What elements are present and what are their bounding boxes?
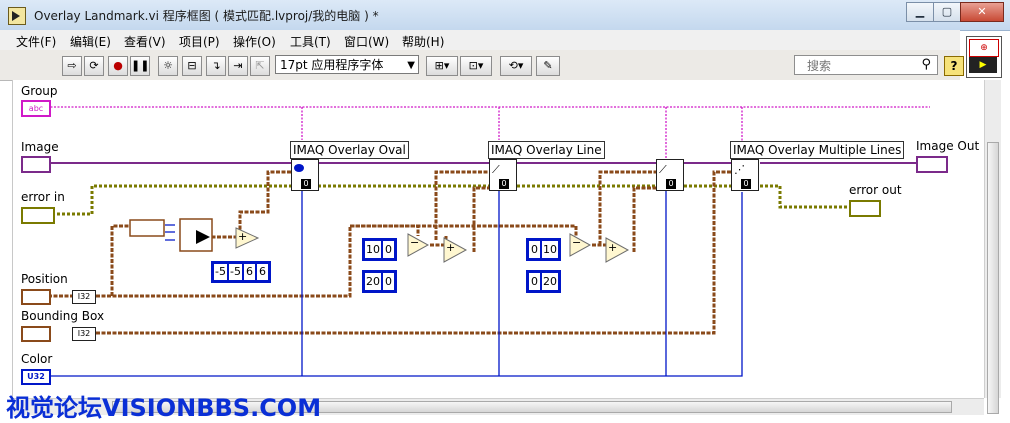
array-element: -5: [213, 263, 228, 281]
bounding-box-label: Bounding Box: [21, 309, 105, 323]
sub-op: −: [572, 236, 582, 249]
error-out-label: error out: [849, 183, 902, 197]
image-out-label: Image Out: [916, 139, 980, 153]
color-terminal[interactable]: U32: [21, 369, 51, 385]
error-out-terminal[interactable]: [849, 200, 881, 217]
constant-20-0[interactable]: 20 0: [362, 270, 397, 293]
line-icon: ⟋: [659, 163, 667, 176]
multi-line-icon: ⋰: [734, 163, 745, 176]
position-i32-unbundle: I32: [72, 290, 96, 304]
overlay-oval-node[interactable]: 0: [291, 159, 319, 191]
image-terminal[interactable]: [21, 156, 51, 173]
diagram-content: Group abc Image error in Position I32 Bo…: [0, 0, 1010, 423]
overlay-line-node-2[interactable]: ⟋ 0: [656, 159, 684, 191]
oval-icon: [294, 164, 304, 172]
add-op: +: [238, 230, 248, 243]
add-op: +: [608, 241, 618, 254]
position-terminal[interactable]: [21, 289, 51, 305]
array-element: 0: [382, 272, 395, 291]
constant-10-0[interactable]: 10 0: [362, 238, 397, 261]
node-zero: 0: [499, 179, 509, 189]
array-element: -5: [227, 263, 243, 281]
node-zero: 0: [301, 179, 311, 189]
position-label: Position: [21, 272, 68, 286]
add-op: +: [446, 241, 456, 254]
array-element: 0: [382, 240, 395, 259]
array-element: 0: [528, 240, 541, 259]
array-element: 10: [541, 240, 559, 259]
error-in-terminal[interactable]: [21, 207, 55, 224]
string-type-label: abc: [28, 104, 44, 113]
array-element: 6: [242, 263, 256, 281]
watermark-text: 视觉论坛VISIONBBS.COM: [6, 394, 322, 422]
i32-type-label: I32: [77, 292, 91, 301]
bounding-box-terminal[interactable]: [21, 326, 51, 342]
overlay-line-node[interactable]: ⟋ 0: [489, 159, 517, 191]
bounding-box-i32-unbundle: I32: [72, 327, 96, 341]
offset-array-constant[interactable]: -5 -5 6 6: [211, 261, 271, 283]
constant-0-20[interactable]: 0 20: [526, 270, 561, 293]
vertical-scrollbar[interactable]: [984, 80, 1001, 414]
array-element: 20: [364, 272, 382, 291]
error-in-label: error in: [21, 190, 65, 204]
array-element: 6: [255, 263, 269, 281]
group-label: Group: [21, 84, 58, 98]
image-out-terminal[interactable]: [916, 156, 948, 173]
overlay-oval-label: IMAQ Overlay Oval: [290, 141, 409, 159]
overlay-multi-label: IMAQ Overlay Multiple Lines: [730, 141, 905, 159]
i32-type-label: I32: [77, 329, 91, 338]
color-label: Color: [21, 352, 53, 366]
group-terminal[interactable]: abc: [21, 100, 51, 117]
array-element: 20: [541, 272, 559, 291]
array-element: 10: [364, 240, 382, 259]
array-element: 0: [528, 272, 541, 291]
u32-type-label: U32: [27, 372, 45, 381]
overlay-multi-node[interactable]: ⋰ 0: [731, 159, 759, 191]
sub-op: −: [410, 236, 420, 249]
overlay-line-label: IMAQ Overlay Line: [488, 141, 605, 159]
node-zero: 0: [666, 179, 676, 189]
image-label: Image: [21, 140, 59, 154]
line-icon: ⟋: [492, 163, 500, 176]
constant-0-10[interactable]: 0 10: [526, 238, 561, 261]
node-zero: 0: [741, 179, 751, 189]
vertical-scroll-thumb[interactable]: [987, 142, 999, 414]
